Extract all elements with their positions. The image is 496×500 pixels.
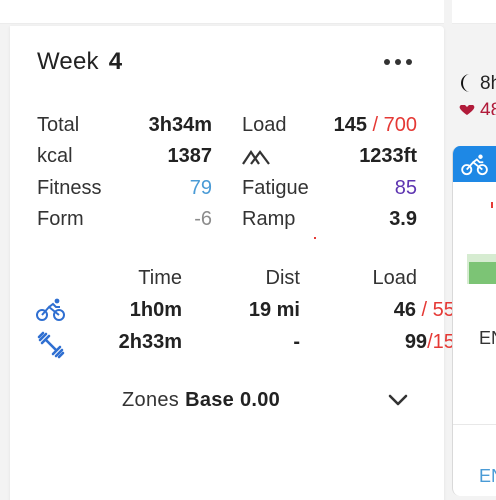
heart-icon bbox=[459, 105, 475, 115]
zones-value: Base 0.00 bbox=[185, 389, 281, 411]
fitness-value: 79 bbox=[189, 177, 212, 199]
red-mark bbox=[491, 202, 493, 208]
fitness-label: Fitness bbox=[37, 177, 102, 199]
zones-summary: Zones Base 0.00 bbox=[122, 389, 280, 412]
elevation-value: 1233ft bbox=[359, 145, 417, 167]
ramp-value: 3.9 bbox=[389, 208, 417, 230]
bike-time: 1h0m bbox=[129, 299, 182, 321]
total-label: Total bbox=[37, 114, 80, 136]
moon-icon bbox=[461, 74, 470, 92]
kcal-value: 1387 bbox=[167, 145, 213, 167]
bike-load: 46 bbox=[393, 299, 416, 321]
activity-header bbox=[453, 146, 496, 182]
fatigue-label: Fatigue bbox=[242, 177, 309, 199]
load-limit: / 700 bbox=[366, 114, 418, 136]
ramp-label: Ramp bbox=[242, 208, 296, 230]
kcal-label: kcal bbox=[37, 145, 73, 167]
mountain-icon bbox=[242, 150, 270, 165]
weights-dist: - bbox=[293, 331, 300, 353]
weights-icon[interactable] bbox=[37, 331, 65, 359]
load-label: Load bbox=[242, 114, 287, 136]
previous-week-card-bottom bbox=[0, 0, 444, 24]
calendar-page: Week 4 Total 3h34m Load 145 / 700 kcal 13… bbox=[0, 0, 496, 500]
weights-load: 99 bbox=[404, 331, 428, 353]
side-text: EN bbox=[479, 328, 496, 348]
load-column-header: Load bbox=[372, 267, 418, 289]
divider bbox=[453, 424, 496, 425]
chevron-down-icon[interactable] bbox=[386, 392, 410, 408]
time-column-header: Time bbox=[138, 267, 182, 289]
bike-icon[interactable] bbox=[36, 298, 66, 322]
dist-column-header: Dist bbox=[265, 267, 300, 289]
bike-dist: 19 mi bbox=[248, 299, 300, 321]
zone-chart-bar bbox=[469, 262, 496, 284]
red-mark bbox=[314, 237, 316, 239]
zones-label: Zones bbox=[122, 389, 180, 411]
heart-rate-value: 48 bbox=[480, 101, 496, 115]
load-value: 145 bbox=[333, 114, 367, 136]
week-summary-card[interactable]: Week 4 Total 3h34m Load 145 / 700 kcal 13… bbox=[10, 26, 466, 500]
side-link[interactable]: EN bbox=[479, 466, 496, 487]
side-card-top bbox=[452, 0, 496, 24]
bike-icon bbox=[461, 154, 488, 176]
form-label: Form bbox=[37, 208, 84, 230]
load-value-group: 145 / 700 bbox=[334, 114, 417, 137]
next-day-activity-card[interactable]: EN EN bbox=[452, 146, 496, 496]
total-value: 3h34m bbox=[148, 114, 212, 136]
fatigue-value: 85 bbox=[394, 177, 417, 199]
weights-time: 2h33m bbox=[118, 331, 182, 353]
form-value: -6 bbox=[194, 208, 212, 230]
week-stats: Total 3h34m Load 145 / 700 kcal 1387 123… bbox=[10, 26, 444, 266]
sleep-value: 8h bbox=[480, 73, 496, 94]
